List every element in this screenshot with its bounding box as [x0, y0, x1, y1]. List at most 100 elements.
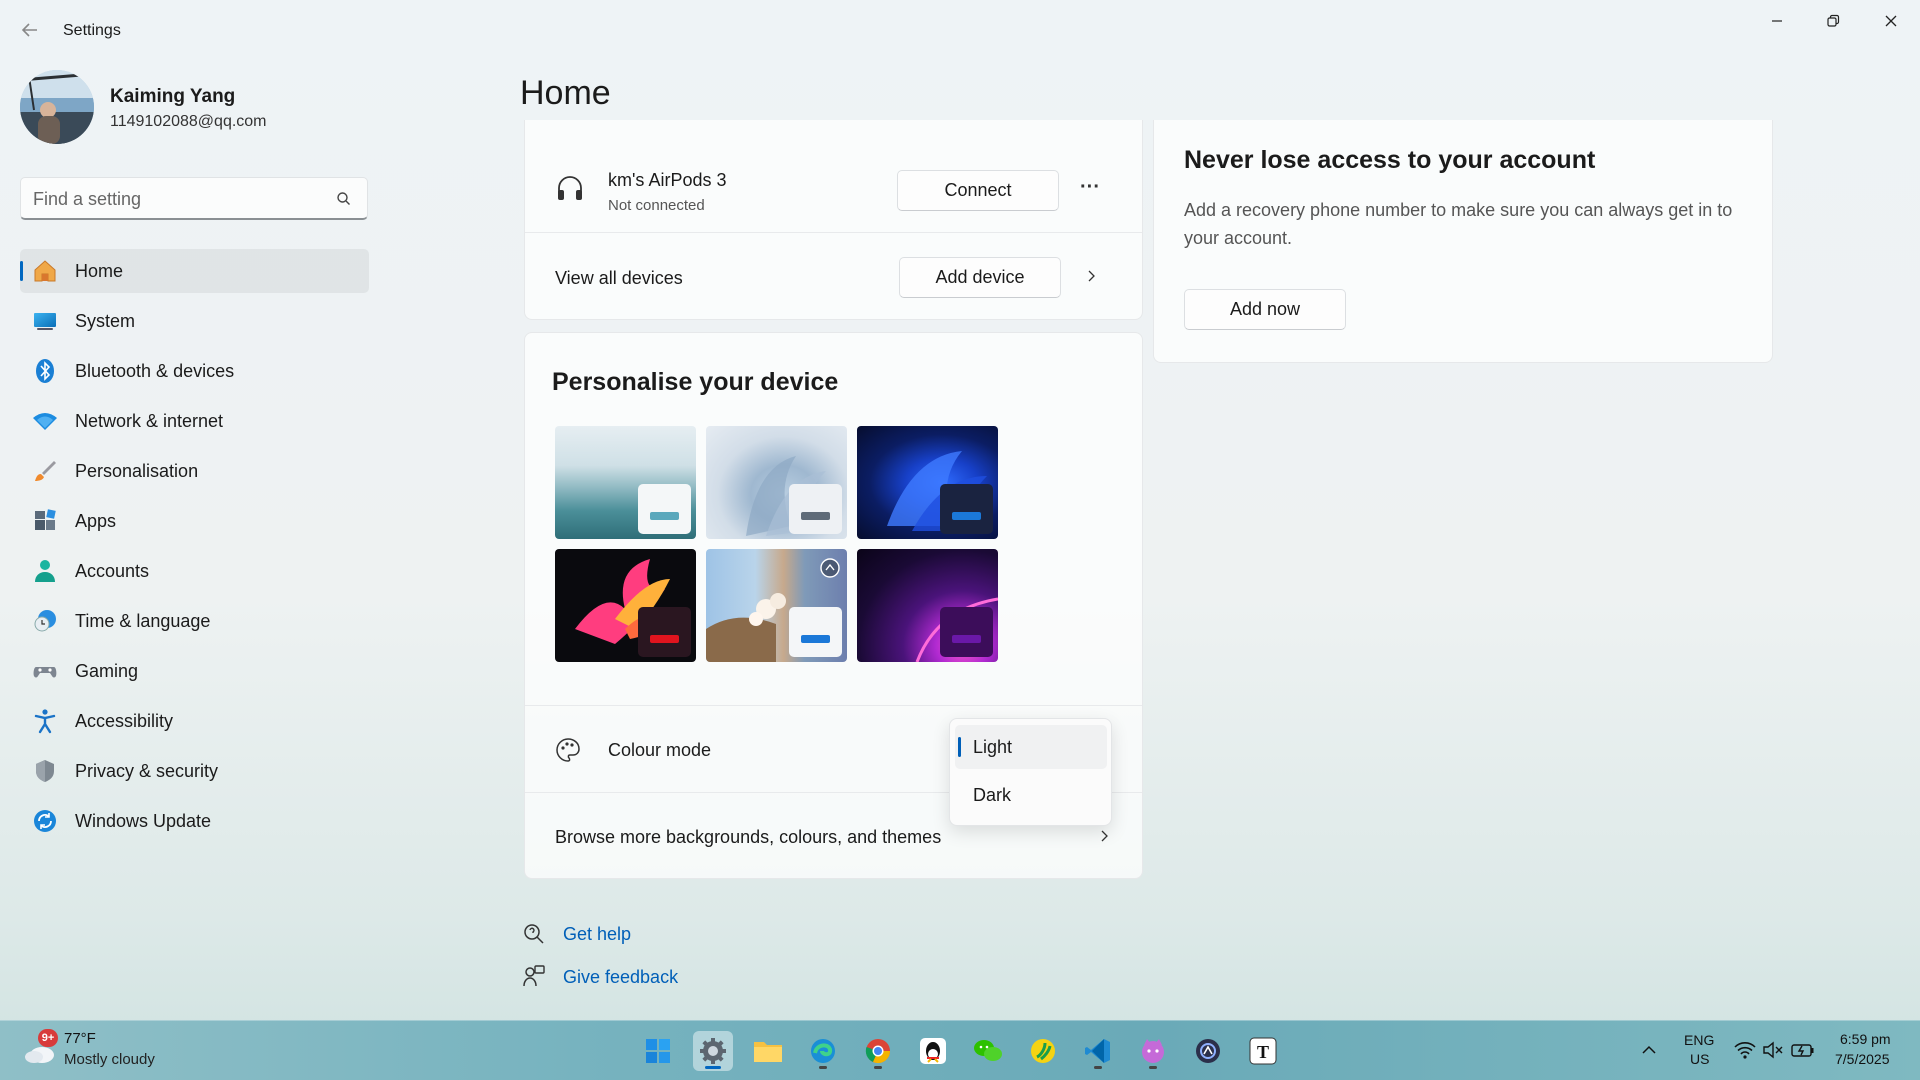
- windows-start-icon[interactable]: [638, 1031, 678, 1071]
- cat-app-icon[interactable]: [1133, 1031, 1173, 1071]
- weather-temperature[interactable]: 77°F: [64, 1030, 96, 1047]
- weather-condition[interactable]: Mostly cloudy: [64, 1051, 155, 1068]
- running-indicator: [1094, 1066, 1102, 1069]
- account-card-title: Never lose access to your account: [1184, 146, 1596, 174]
- sidebar-item-system[interactable]: System: [20, 299, 369, 343]
- sidebar-item-label: System: [75, 310, 136, 331]
- sidebar-item-label: Home: [75, 260, 124, 281]
- sidebar-item-windows-update[interactable]: Windows Update: [20, 799, 369, 843]
- running-indicator: [1149, 1066, 1157, 1069]
- theme-spotlight-collection[interactable]: [706, 549, 847, 662]
- search-field[interactable]: [20, 177, 368, 220]
- edge-icon[interactable]: [803, 1031, 843, 1071]
- option-label: Dark: [973, 784, 1012, 805]
- headphones-icon: [555, 172, 585, 207]
- back-arrow-icon[interactable]: [18, 18, 42, 42]
- sidebar-item-accounts[interactable]: Accounts: [20, 549, 369, 593]
- file-explorer-icon[interactable]: [748, 1031, 788, 1071]
- personalise-title: Personalise your device: [552, 368, 839, 396]
- account-card: Never lose access to your account Add a …: [1153, 120, 1773, 363]
- restore-icon[interactable]: [1810, 6, 1856, 36]
- sidebar-item-apps[interactable]: Apps: [20, 499, 369, 543]
- update-icon: [32, 808, 58, 834]
- home-icon: [32, 258, 58, 284]
- divider: [525, 232, 1142, 233]
- browse-themes-link[interactable]: Browse more backgrounds, colours, and th…: [555, 827, 941, 848]
- sidebar-item-label: Privacy & security: [75, 760, 219, 781]
- close-icon[interactable]: [1868, 6, 1914, 36]
- qq-icon[interactable]: [913, 1031, 953, 1071]
- chevron-right-icon[interactable]: [1096, 828, 1112, 849]
- sidebar-item-label: Gaming: [75, 660, 139, 681]
- user-email: 1149102088@qq.com: [110, 113, 267, 130]
- search-input[interactable]: [33, 187, 333, 211]
- chrome-icon[interactable]: [858, 1031, 898, 1071]
- shield-icon: [32, 758, 58, 784]
- sidebar-item-bluetooth[interactable]: Bluetooth & devices: [20, 349, 369, 393]
- bluetooth-icon: [32, 358, 58, 384]
- add-device-button[interactable]: Add device: [899, 257, 1061, 298]
- option-label: Light: [973, 736, 1013, 757]
- devices-card: km's AirPods 3 Not connected Connect ···…: [524, 120, 1143, 320]
- person-icon: [32, 558, 58, 584]
- battery-charging-icon[interactable]: [1791, 1040, 1815, 1065]
- dropdown-option-light[interactable]: Light: [955, 725, 1107, 769]
- view-all-devices-link[interactable]: View all devices: [555, 268, 683, 289]
- running-indicator: [819, 1066, 827, 1069]
- give-feedback-link[interactable]: Give feedback: [563, 967, 678, 988]
- sidebar-item-label: Windows Update: [75, 810, 212, 831]
- connect-button[interactable]: Connect: [897, 170, 1059, 211]
- theme-bloom-light[interactable]: [706, 426, 847, 539]
- speaker-muted-icon[interactable]: [1762, 1040, 1784, 1065]
- sidebar-item-label: Apps: [75, 510, 117, 531]
- avatar[interactable]: [20, 70, 94, 144]
- sidebar-item-home[interactable]: Home: [20, 249, 369, 293]
- theme-bloom-dark[interactable]: [857, 426, 998, 539]
- dropdown-option-dark[interactable]: Dark: [955, 773, 1107, 817]
- theme-sunrise-purple[interactable]: [857, 549, 998, 662]
- chevron-right-icon[interactable]: [1083, 268, 1099, 289]
- get-help-icon: [522, 922, 546, 951]
- settings-gear-icon[interactable]: [693, 1031, 733, 1071]
- sidebar-item-label: Bluetooth & devices: [75, 360, 235, 381]
- add-now-button[interactable]: Add now: [1184, 289, 1346, 330]
- sidebar-item-personalisation[interactable]: Personalisation: [20, 449, 369, 493]
- spotlight-icon: [819, 557, 841, 584]
- sidebar-item-label: Time & language: [75, 610, 211, 631]
- theme-flow-captured-motion[interactable]: [555, 549, 696, 662]
- colour-mode-label: Colour mode: [608, 740, 712, 760]
- chevron-up-icon[interactable]: [1640, 1041, 1658, 1064]
- brush-icon: [32, 458, 58, 484]
- device-status: Not connected: [608, 197, 705, 214]
- sidebar-item-privacy-security[interactable]: Privacy & security: [20, 749, 369, 793]
- sidebar-item-network[interactable]: Network & internet: [20, 399, 369, 443]
- page-title: Home: [520, 74, 611, 112]
- theme-glow-lake[interactable]: [555, 426, 696, 539]
- monitor-icon: [32, 308, 58, 334]
- sidebar-item-accessibility[interactable]: Accessibility: [20, 699, 369, 743]
- sidebar-item-label: Network & internet: [75, 410, 224, 431]
- language-indicator-bottom[interactable]: US: [1690, 1051, 1709, 1067]
- clock-time[interactable]: 6:59 pm: [1840, 1031, 1891, 1047]
- weather-badge: 9+: [38, 1029, 58, 1047]
- search-icon[interactable]: [335, 190, 353, 208]
- wechat-icon[interactable]: [968, 1031, 1008, 1071]
- apps-icon: [32, 508, 58, 534]
- language-indicator-top[interactable]: ENG: [1684, 1032, 1714, 1048]
- wifi-icon[interactable]: [1734, 1040, 1756, 1065]
- clock-date[interactable]: 7/5/2025: [1835, 1051, 1890, 1067]
- sidebar-item-time-language[interactable]: Time & language: [20, 599, 369, 643]
- typora-icon[interactable]: T: [1243, 1031, 1283, 1071]
- get-help-link[interactable]: Get help: [563, 924, 631, 945]
- ai-app-icon[interactable]: [1188, 1031, 1228, 1071]
- window-title: Settings: [63, 22, 121, 39]
- sidebar-item-gaming[interactable]: Gaming: [20, 649, 369, 693]
- sync-app-icon[interactable]: [1023, 1031, 1063, 1071]
- wifi-icon: [32, 408, 58, 434]
- colour-mode-dropdown[interactable]: Light Dark: [949, 718, 1112, 826]
- more-options-icon[interactable]: ···: [1073, 172, 1107, 206]
- vscode-icon[interactable]: [1078, 1031, 1118, 1071]
- svg-text:T: T: [1257, 1042, 1269, 1062]
- minimize-icon[interactable]: [1754, 6, 1800, 36]
- active-indicator: [705, 1066, 721, 1069]
